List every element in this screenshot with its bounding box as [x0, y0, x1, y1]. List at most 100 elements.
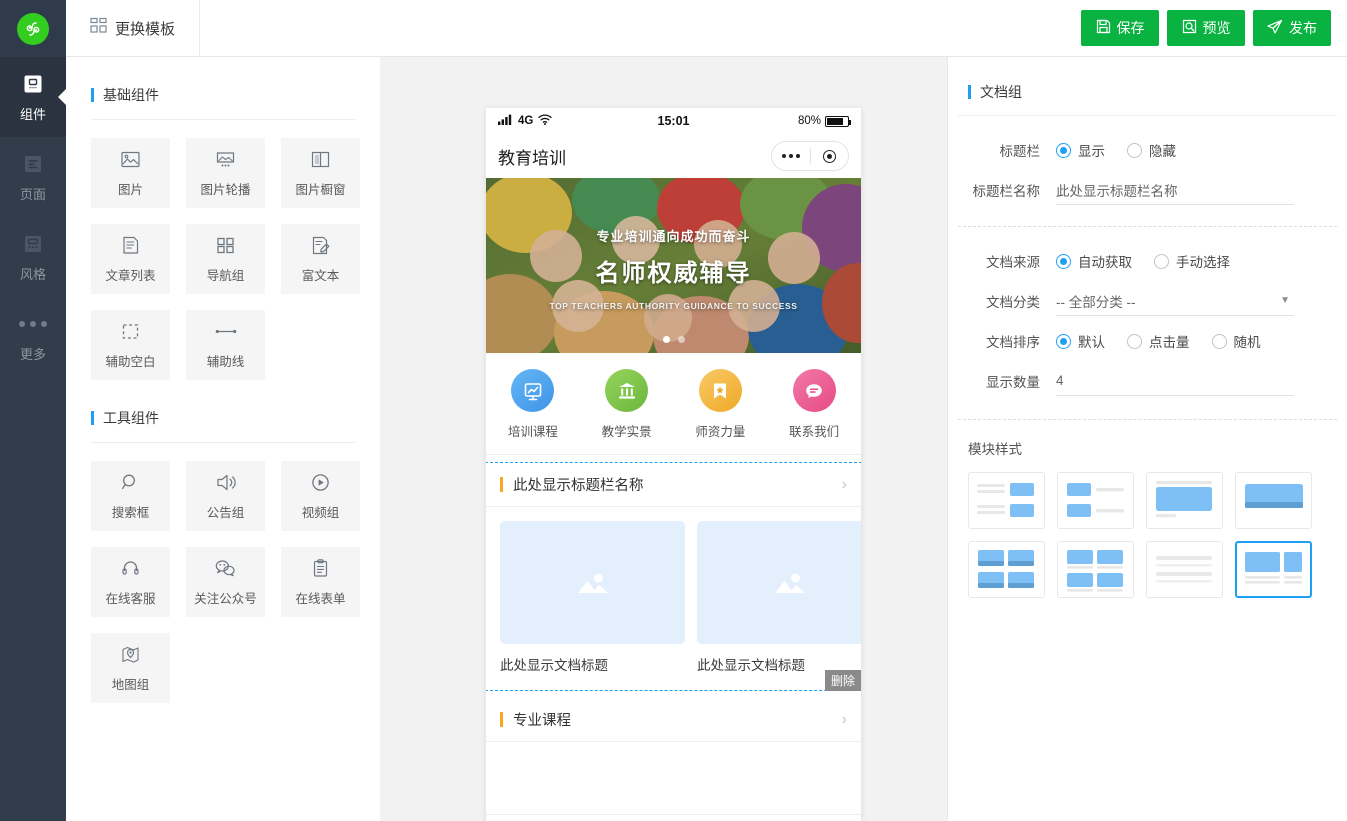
component-panel: 基础组件 图片 图片轮播 图片橱窗 文章列表 导航组 富文本 辅助空白 辅助线 … [66, 57, 380, 821]
component-wechat-follow[interactable]: 关注公众号 [186, 547, 265, 617]
component-online-form[interactable]: 在线表单 [281, 547, 360, 617]
tab-contact[interactable]: 联系我们 [736, 815, 861, 821]
style-thumb-list-right[interactable] [968, 472, 1045, 529]
document-card[interactable]: 此处显示文档标题 [500, 521, 685, 674]
radio-source-auto-label: 自动获取 [1078, 255, 1132, 270]
phone-tabbar: 首页 分类页 [486, 814, 861, 821]
delete-button[interactable]: 删除 [824, 670, 861, 691]
wechat-icon [214, 557, 237, 579]
carousel-dot[interactable] [662, 336, 670, 343]
banner-carousel-dots[interactable] [486, 336, 861, 343]
capsule-target-icon[interactable] [811, 149, 849, 163]
section-title-tools: 工具组件 [91, 408, 355, 442]
component-article-list[interactable]: 文章列表 [91, 224, 170, 294]
radio-dot [1127, 333, 1142, 349]
component-nav-group[interactable]: 导航组 [186, 224, 265, 294]
radio-dot [1056, 333, 1071, 349]
doc-category-select[interactable] [1056, 286, 1294, 316]
radio-title-bar-show[interactable]: 显示 [1056, 140, 1105, 160]
style-thumb-big-image[interactable] [1146, 472, 1223, 529]
map-icon [120, 643, 141, 665]
carousel-dot[interactable] [677, 336, 685, 343]
style-thumb-image-side[interactable] [1235, 541, 1312, 598]
rail-item-components[interactable]: 组件 [0, 57, 66, 137]
canvas-area: 4G 15:01 80% 教育培训 专业培训通向成功而奋斗 名师权威辅导 TOP… [380, 57, 947, 821]
bookmark-star-icon [698, 369, 742, 412]
logo-icon [17, 12, 49, 45]
image-icon [120, 148, 141, 170]
showcase-icon [310, 148, 331, 170]
radio-sort-random-label: 随机 [1233, 335, 1261, 350]
document-card[interactable]: 此处显示文档标题 [697, 521, 861, 674]
radio-title-bar-hide[interactable]: 隐藏 [1127, 140, 1176, 160]
style-thumb-grid-four-caption[interactable] [1057, 541, 1134, 598]
radio-sort-random[interactable]: 随机 [1211, 331, 1261, 351]
component-blank-space-label: 辅助空白 [105, 355, 156, 369]
component-showcase[interactable]: 图片橱窗 [281, 138, 360, 208]
component-rich-text[interactable]: 富文本 [281, 224, 360, 294]
wechat-capsule[interactable] [771, 141, 849, 171]
row-display-count: 显示数量 [948, 361, 1347, 401]
professional-courses-title: 专业课程 [513, 713, 571, 729]
document-card-list: 此处显示文档标题 此处显示文档标题 [486, 507, 861, 690]
nav-item-campus-label: 教学实景 [601, 425, 652, 439]
document-module-header: 此处显示标题栏名称 › [486, 463, 861, 507]
component-online-service[interactable]: 在线客服 [91, 547, 170, 617]
component-announcement[interactable]: 公告组 [186, 461, 265, 531]
publish-button[interactable]: 发布 [1253, 10, 1331, 46]
rail-item-more[interactable]: 更多 [0, 297, 66, 377]
component-blank-space[interactable]: 辅助空白 [91, 310, 170, 380]
document-card-title: 此处显示文档标题 [500, 658, 608, 673]
component-divider-line[interactable]: 辅助线 [186, 310, 265, 380]
component-video[interactable]: 视频组 [281, 461, 360, 531]
radio-source-auto[interactable]: 自动获取 [1056, 251, 1132, 271]
style-thumb-grid-four[interactable] [968, 541, 1045, 598]
capsule-more-icon[interactable] [772, 154, 810, 158]
tab-home[interactable]: 首页 [486, 815, 611, 821]
page-icon [22, 151, 44, 177]
chat-icon [792, 369, 836, 412]
radio-sort-default-label: 默认 [1078, 335, 1105, 350]
nav-item-contact[interactable]: 联系我们 [767, 369, 861, 440]
search-icon [120, 471, 141, 493]
component-map[interactable]: 地图组 [91, 633, 170, 703]
radio-sort-default[interactable]: 默认 [1056, 331, 1105, 351]
preview-label: 预览 [1202, 20, 1231, 36]
radio-sort-clicks[interactable]: 点击量 [1127, 331, 1190, 351]
phone-banner[interactable]: 专业培训通向成功而奋斗 名师权威辅导 TOP TEACHERS AUTHORIT… [486, 178, 861, 353]
chevron-right-icon[interactable]: › [842, 711, 847, 729]
app-logo[interactable] [0, 0, 66, 57]
topbar: 更换模板 保存 预览 发布 [0, 0, 1347, 57]
display-count-input[interactable] [1056, 366, 1294, 396]
phone-nav-group[interactable]: 培训课程 教学实景 师资力量 联系我们 [486, 353, 861, 455]
professional-courses-section[interactable]: 专业课程 › [486, 698, 861, 742]
title-name-input[interactable] [1056, 175, 1294, 205]
style-thumb-image-caption[interactable] [1235, 472, 1312, 529]
rail-label-more: 更多 [19, 347, 46, 362]
tab-category[interactable]: 分类页 [611, 815, 736, 821]
preview-button[interactable]: 预览 [1167, 10, 1245, 46]
tool-component-grid: 搜索框 公告组 视频组 在线客服 关注公众号 在线表单 地图组 [91, 461, 360, 703]
component-divider-line-label: 辅助线 [206, 355, 245, 369]
component-image[interactable]: 图片 [91, 138, 170, 208]
style-thumb-list-left[interactable] [1057, 472, 1134, 529]
radio-sort-clicks-label: 点击量 [1149, 335, 1190, 350]
style-thumb-text-only[interactable] [1146, 541, 1223, 598]
publish-icon [1267, 19, 1283, 38]
component-carousel[interactable]: 图片轮播 [186, 138, 265, 208]
rail-item-style[interactable]: 风格 [0, 217, 66, 297]
component-search-box[interactable]: 搜索框 [91, 461, 170, 531]
save-button[interactable]: 保存 [1081, 10, 1159, 46]
radio-dot [1056, 253, 1071, 269]
nav-item-campus[interactable]: 教学实景 [580, 369, 674, 440]
save-icon [1096, 19, 1111, 37]
nav-item-courses[interactable]: 培训课程 [486, 369, 580, 440]
rich-text-icon [310, 234, 331, 256]
chevron-right-icon[interactable]: › [842, 476, 847, 494]
nav-item-faculty[interactable]: 师资力量 [674, 369, 768, 440]
radio-source-manual[interactable]: 手动选择 [1154, 251, 1230, 271]
rail-item-pages[interactable]: 页面 [0, 137, 66, 217]
document-module-selected[interactable]: 此处显示标题栏名称 › 此处显示文档标题 此处显示文档标题 删除 [486, 462, 861, 691]
change-template-button[interactable]: 更换模板 [66, 0, 201, 56]
topbar-actions: 保存 预览 发布 [1081, 10, 1331, 46]
